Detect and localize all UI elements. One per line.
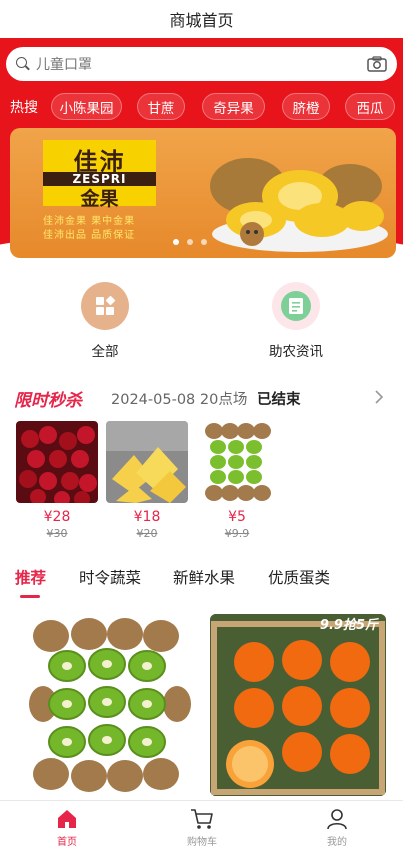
kiwi-image: [196, 421, 278, 503]
brand-logo: 佳沛 ZESPRI 金果: [43, 140, 156, 210]
product-promo-tag: 9.9抢5斤: [319, 618, 378, 633]
nav-profile[interactable]: 我的: [302, 807, 372, 848]
kiwi-product-image: [29, 618, 191, 792]
category-news[interactable]: 助农资讯: [251, 282, 341, 360]
banner-pagination[interactable]: [173, 239, 207, 245]
tab-vegetables[interactable]: 时令蔬菜: [79, 566, 141, 588]
kiwi-plate-image: [210, 158, 388, 252]
original-price: ¥30: [46, 527, 68, 540]
tab-fruits[interactable]: 新鲜水果: [173, 566, 235, 588]
category-all[interactable]: 全部: [60, 282, 150, 360]
product-tabs: 推荐 时令蔬菜 新鲜水果 优质蛋类: [0, 566, 403, 598]
product-card[interactable]: [17, 614, 193, 796]
search-input[interactable]: 儿童口罩: [36, 54, 367, 74]
news-icon: [272, 282, 320, 330]
original-price: ¥20: [136, 527, 158, 540]
flash-sale-status: 已结束: [257, 392, 301, 408]
page-title: 商城首页: [169, 11, 234, 30]
flash-item[interactable]: ¥5 ¥9.9: [196, 421, 278, 540]
hot-tag[interactable]: 脐橙: [282, 93, 330, 120]
camera-icon[interactable]: [367, 56, 387, 72]
orange-product-image: [210, 614, 386, 796]
nav-cart[interactable]: 购物车: [167, 807, 237, 848]
banner-caption: 佳沛出品 品质保证: [43, 230, 136, 241]
promo-banner[interactable]: 佳沛 ZESPRI 金果 佳沛金果 果中金果 佳沛出品 品质保证: [10, 128, 396, 258]
tab-indicator: [20, 595, 40, 598]
flash-item[interactable]: ¥28 ¥30: [16, 421, 98, 540]
tab-recommend[interactable]: 推荐: [15, 566, 46, 588]
cart-icon: [167, 807, 237, 831]
hot-search-label: 热搜: [10, 100, 38, 116]
hot-tag[interactable]: 小陈果园: [51, 93, 122, 120]
nav-home[interactable]: 首页: [32, 807, 102, 848]
nav-label: 购物车: [187, 837, 217, 848]
cherries-image: [16, 421, 98, 503]
search-bar[interactable]: 儿童口罩: [6, 47, 397, 81]
bottom-nav: 首页 购物车 我的: [0, 800, 403, 852]
grid-icon: [81, 282, 129, 330]
banner-caption: 佳沛金果 果中金果: [43, 216, 136, 227]
original-price: ¥9.9: [224, 527, 250, 540]
hot-tag[interactable]: 甘蔗: [137, 93, 185, 120]
page-title-bar: 商城首页: [0, 0, 403, 38]
pineapple-image: [106, 421, 188, 503]
flash-item[interactable]: ¥18 ¥20: [106, 421, 188, 540]
hot-tag[interactable]: 西瓜: [345, 93, 395, 120]
sale-price: ¥28: [43, 509, 71, 525]
flash-sale-date: 2024-05-08 20点场: [111, 392, 248, 408]
search-icon: [16, 57, 30, 71]
nav-label: 首页: [57, 837, 77, 848]
flash-sale-title: 限时秒杀: [14, 391, 82, 411]
chevron-right-icon[interactable]: [372, 389, 386, 405]
hot-search-row: 热搜 小陈果园 甘蔗 奇异果 脐橙 西瓜: [0, 93, 403, 121]
nav-label: 我的: [327, 837, 347, 848]
category-label: 全部: [91, 344, 119, 360]
hot-tag[interactable]: 奇异果: [202, 93, 265, 120]
sale-price: ¥5: [228, 509, 246, 525]
sale-price: ¥18: [133, 509, 161, 525]
product-card[interactable]: 9.9抢5斤: [210, 614, 386, 796]
category-label: 助农资讯: [269, 344, 323, 360]
home-icon: [32, 807, 102, 831]
user-icon: [302, 807, 372, 831]
tab-eggs[interactable]: 优质蛋类: [268, 566, 330, 588]
